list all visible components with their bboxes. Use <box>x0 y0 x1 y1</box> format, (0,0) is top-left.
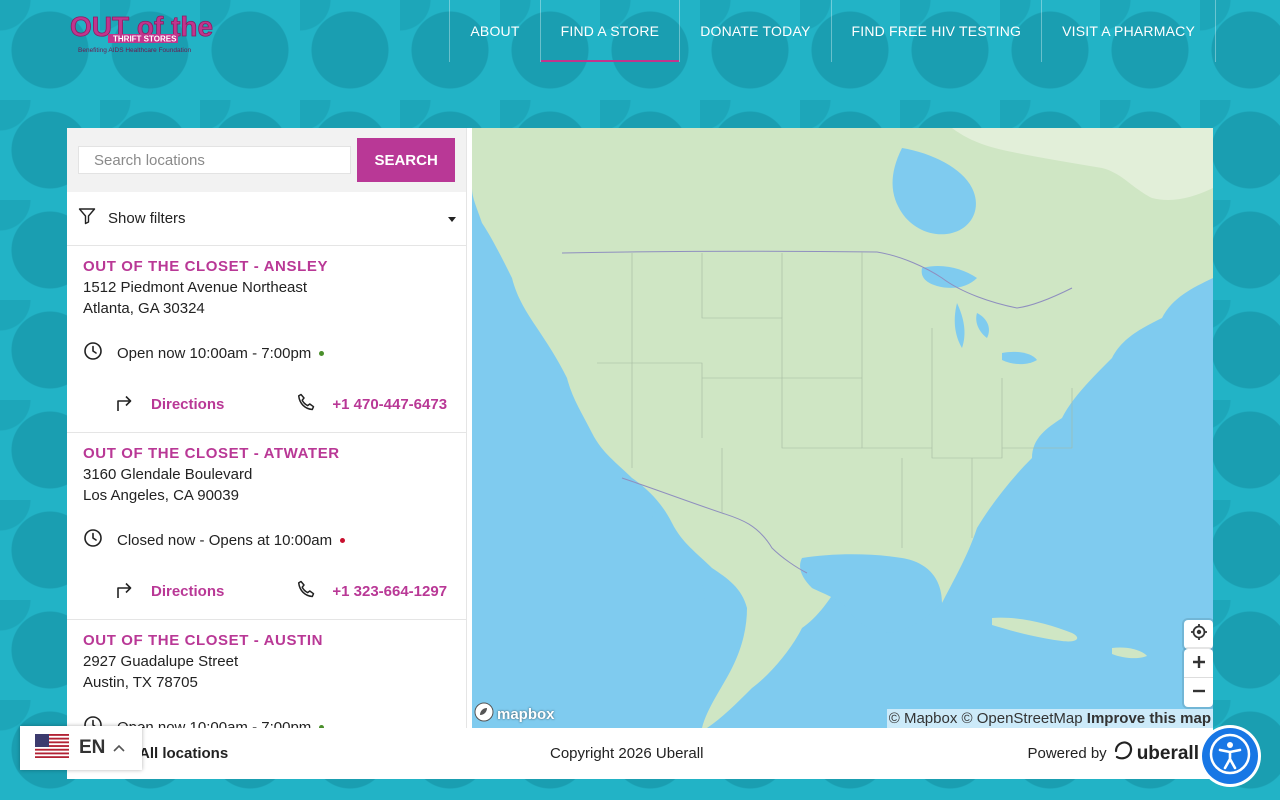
caret-down-icon <box>448 217 456 222</box>
directions-label: Directions <box>151 582 225 600</box>
powered-by-label: Powered by <box>1027 745 1107 762</box>
store-name[interactable]: OUT OF THE CLOSET - ANSLEY <box>83 258 450 275</box>
closed-status-dot <box>340 537 346 543</box>
powered-by[interactable]: Powered by uberall <box>1027 740 1199 767</box>
phone-icon <box>296 392 316 416</box>
accessibility-button[interactable] <box>1199 725 1261 787</box>
store-actions: Directions +1 323-664-1297 <box>115 579 455 603</box>
store-address-line1: 1512 Piedmont Avenue Northeast <box>83 279 308 296</box>
directions-arrow-icon <box>115 579 135 603</box>
filters-toggle[interactable]: Show filters <box>67 192 466 246</box>
map-canvas[interactable] <box>472 128 1213 728</box>
phone-link[interactable]: +1 323-664-1297 <box>296 579 447 603</box>
mapbox-attribution-link[interactable]: © Mapbox <box>889 710 958 727</box>
store-hours-text: Open now 10:00am - 7:00pm <box>117 718 312 729</box>
filter-icon <box>78 207 96 230</box>
accessibility-button-inner <box>1202 728 1258 784</box>
store-hours-text: Open now 10:00am - 7:00pm <box>117 344 312 362</box>
store-list-item[interactable]: OUT OF THE CLOSET - ATWATER 3160 Glendal… <box>67 433 466 620</box>
search-button[interactable]: SEARCH <box>357 138 455 182</box>
store-address-line1: 2927 Guadalupe Street <box>83 653 239 670</box>
phone-icon <box>296 579 316 603</box>
site-logo[interactable]: OUT of the CLOSET THRIFT STORES Benefiti… <box>68 6 335 56</box>
zoom-controls <box>1184 649 1213 707</box>
open-status-dot <box>319 350 325 356</box>
store-hours: Closed now - Opens at 10:00am <box>83 528 346 552</box>
clock-icon <box>83 341 103 365</box>
store-list-item[interactable]: OUT OF THE CLOSET - ANSLEY 1512 Piedmont… <box>67 246 466 433</box>
language-switcher[interactable]: EN <box>20 726 142 770</box>
us-flag-icon <box>35 733 69 763</box>
copyright-text: Copyright 2026 Uberall <box>550 745 704 762</box>
main-nav: ABOUT FIND A STORE DONATE TODAY FIND FRE… <box>449 0 1216 62</box>
store-address-line2: Atlanta, GA 30324 <box>83 300 205 317</box>
store-address: 1512 Piedmont Avenue Northeast Atlanta, … <box>83 277 450 319</box>
store-hours: Open now 10:00am - 7:00pm <box>83 341 325 365</box>
logo-text-sub: THRIFT STORES <box>113 35 177 44</box>
zoom-out-button[interactable] <box>1184 678 1213 707</box>
store-address-line2: Austin, TX 78705 <box>83 674 198 691</box>
store-address: 2927 Guadalupe Street Austin, TX 78705 <box>83 651 450 693</box>
store-address: 3160 Glendale Boulevard Los Angeles, CA … <box>83 464 450 506</box>
language-code: EN <box>79 737 106 758</box>
search-bar: SEARCH <box>67 128 466 192</box>
zoom-in-button[interactable] <box>1184 649 1213 678</box>
phone-number: +1 470-447-6473 <box>332 395 448 413</box>
directions-arrow-icon <box>115 392 135 416</box>
nav-find-free-hiv-testing[interactable]: FIND FREE HIV TESTING <box>830 0 1042 62</box>
nav-about[interactable]: ABOUT <box>449 0 539 62</box>
store-locator: SEARCH Show filters OUT OF THE CLOSET - … <box>67 128 1213 779</box>
mapbox-icon <box>474 702 494 726</box>
phone-number: +1 323-664-1297 <box>332 582 448 600</box>
store-name[interactable]: OUT OF THE CLOSET - AUSTIN <box>83 632 450 649</box>
phone-link[interactable]: +1 470-447-6473 <box>296 392 447 416</box>
uberall-logo: uberall <box>1113 740 1199 767</box>
filters-label: Show filters <box>108 210 186 227</box>
accessibility-icon <box>1208 732 1252 781</box>
clock-icon <box>83 528 103 552</box>
nav-donate-today[interactable]: DONATE TODAY <box>679 0 830 62</box>
logo-text-tagline: Benefiting AIDS Healthcare Foundation <box>78 47 191 54</box>
map[interactable]: mapbox © Mapbox © OpenStreetMap Improve … <box>472 128 1213 728</box>
mapbox-logo-text: mapbox <box>497 705 555 723</box>
mapbox-logo[interactable]: mapbox <box>474 702 555 726</box>
all-locations-link[interactable]: All locations <box>139 745 228 762</box>
search-input[interactable] <box>78 146 352 174</box>
minus-icon <box>1192 681 1206 704</box>
directions-label: Directions <box>151 395 225 413</box>
widget-footer: All locations Copyright 2026 Uberall Pow… <box>67 728 1213 779</box>
nav-visit-a-pharmacy[interactable]: VISIT A PHARMACY <box>1041 0 1216 62</box>
geolocate-icon <box>1190 623 1208 647</box>
plus-icon <box>1192 652 1206 675</box>
directions-link[interactable]: Directions <box>115 579 224 603</box>
store-address-line1: 3160 Glendale Boulevard <box>83 466 253 483</box>
geolocate-button[interactable] <box>1184 620 1213 649</box>
map-attribution: © Mapbox © OpenStreetMap Improve this ma… <box>886 709 1213 728</box>
nav-find-a-store[interactable]: FIND A STORE <box>539 0 680 62</box>
store-actions: Directions +1 470-447-6473 <box>115 392 455 416</box>
directions-link[interactable]: Directions <box>115 392 224 416</box>
store-name[interactable]: OUT OF THE CLOSET - ATWATER <box>83 445 450 462</box>
store-address-line2: Los Angeles, CA 90039 <box>83 487 239 504</box>
improve-map-link[interactable]: Improve this map <box>1087 710 1211 727</box>
chevron-up-icon <box>113 739 125 757</box>
uberall-icon <box>1113 740 1135 767</box>
uberall-text: uberall <box>1136 742 1199 764</box>
locations-panel[interactable]: SEARCH Show filters OUT OF THE CLOSET - … <box>67 128 467 728</box>
osm-attribution-link[interactable]: © OpenStreetMap <box>962 710 1083 727</box>
store-list-item[interactable]: OUT OF THE CLOSET - AUSTIN 2927 Guadalup… <box>67 620 466 728</box>
store-hours-text: Closed now - Opens at 10:00am <box>117 531 333 549</box>
